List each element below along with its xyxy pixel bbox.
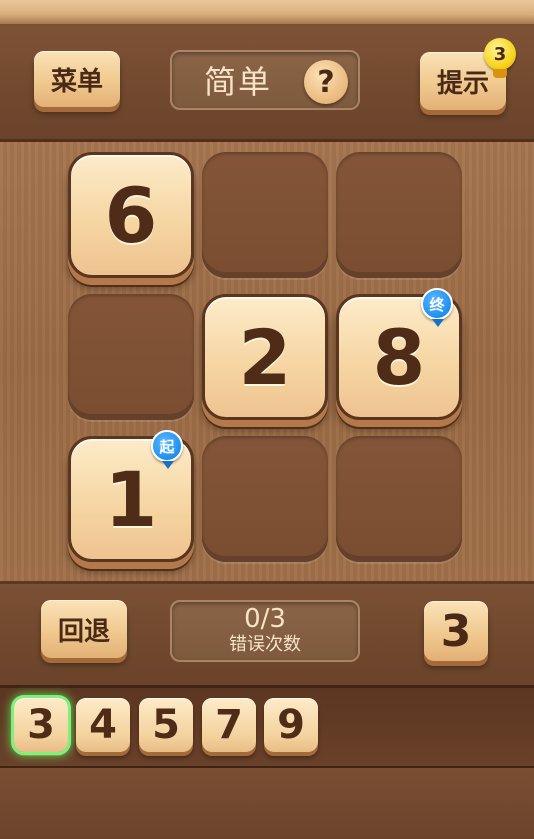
board-cell-8[interactable]: [202, 436, 328, 562]
hint-lightbulb-icon: 3: [484, 38, 516, 78]
tray-tile[interactable]: 4: [76, 698, 130, 752]
menu-button-label: 菜单: [50, 66, 103, 97]
undo-button-label: 回退: [57, 616, 110, 647]
cell-value: 2: [238, 312, 292, 402]
top-wood-strip: [0, 0, 534, 26]
board-cell-4[interactable]: [68, 294, 194, 420]
current-number-value: 3: [440, 605, 472, 657]
current-number-tile: 3: [424, 601, 488, 661]
error-counter-panel: 0/3 错误次数: [170, 600, 360, 662]
tray-tile[interactable]: 9: [264, 698, 318, 752]
cell-value: 8: [372, 312, 426, 402]
start-marker-label: 起: [159, 437, 175, 456]
difficulty-label: 简单: [204, 63, 273, 101]
tray-tile-value: 7: [215, 702, 243, 748]
hint-count-badge: 3: [493, 43, 507, 65]
tray-tile-value: 4: [89, 702, 117, 748]
cell-value: 1: [104, 454, 158, 544]
board-cell-3[interactable]: [336, 152, 462, 278]
help-icon[interactable]: ?: [304, 60, 348, 104]
end-marker-label: 终: [429, 295, 445, 314]
end-marker-icon: 终: [421, 288, 453, 327]
board-cell-1[interactable]: 6: [68, 152, 194, 278]
hint-button-label: 提示: [436, 68, 489, 99]
menu-button[interactable]: 菜单: [34, 51, 120, 107]
start-marker-icon: 起: [151, 430, 183, 469]
undo-button[interactable]: 回退: [41, 600, 127, 658]
tray-tile[interactable]: 7: [202, 698, 256, 752]
tray-tile[interactable]: 3: [11, 695, 71, 755]
board-cell-9[interactable]: [336, 436, 462, 562]
error-count: 0/3: [244, 604, 286, 634]
tray-tile-value: 9: [277, 702, 305, 748]
cell-value: 6: [104, 170, 158, 260]
tray-tile[interactable]: 5: [139, 698, 193, 752]
error-count-label: 错误次数: [229, 634, 301, 655]
tray-tile-value: 5: [152, 702, 180, 748]
board-cell-5[interactable]: 2: [202, 294, 328, 420]
tray-tile-value: 3: [27, 702, 55, 748]
board-cell-2[interactable]: [202, 152, 328, 278]
difficulty-panel: 简单 ?: [170, 50, 360, 110]
bottom-wood-panel: [0, 768, 534, 839]
